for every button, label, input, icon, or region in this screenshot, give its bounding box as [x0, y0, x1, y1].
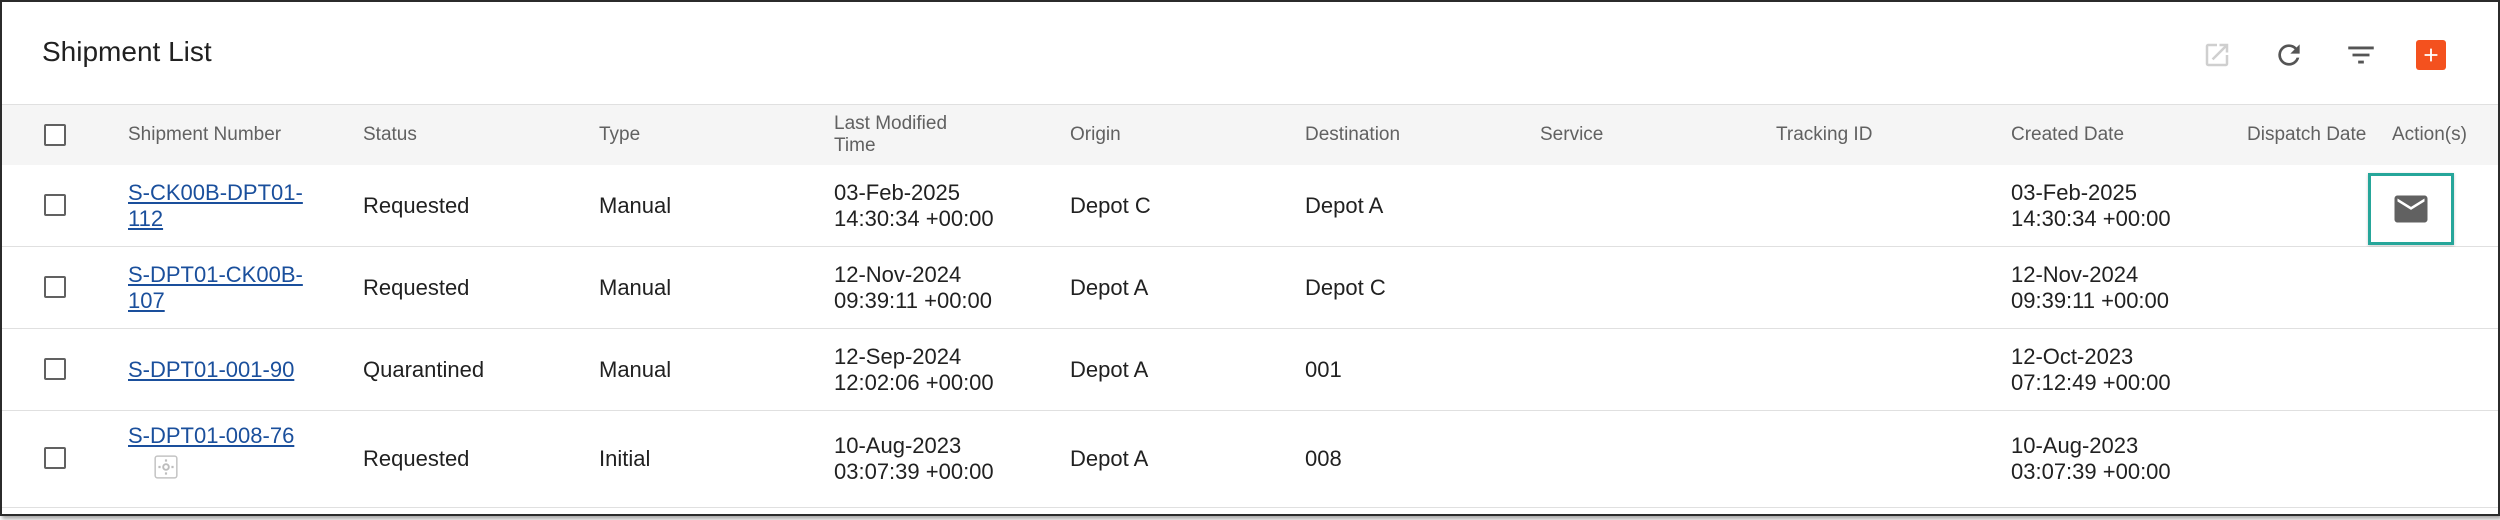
origin-cell: Depot C	[1070, 192, 1151, 218]
table-row[interactable]: S-DPT01-008-76 Requested Initial 10-Aug-…	[2, 411, 2498, 508]
type-cell: Initial	[599, 446, 651, 471]
shipment-number-link[interactable]: S-DPT01-CK00B- 107	[128, 247, 303, 328]
table-header: Shipment Number Status Type Last Modifie…	[2, 104, 2498, 166]
shipment-number-link[interactable]: S-DPT01-008-76	[128, 423, 294, 449]
row-checkbox[interactable]	[44, 447, 66, 469]
refresh-button[interactable]	[2270, 36, 2308, 74]
col-created-date[interactable]: Created Date	[2011, 105, 2124, 165]
status-cell: Quarantined	[363, 356, 485, 382]
add-shipment-button[interactable]	[2416, 40, 2446, 70]
col-origin[interactable]: Origin	[1070, 105, 1121, 165]
destination-cell: 001	[1305, 356, 1342, 382]
origin-cell: Depot A	[1070, 274, 1149, 300]
col-type[interactable]: Type	[599, 105, 640, 165]
row-checkbox[interactable]	[44, 358, 66, 380]
last-modified-cell: 03-Feb-2025 14:30:34 +00:00	[834, 179, 994, 231]
destination-cell: 008	[1305, 446, 1342, 471]
created-date-cell: 12-Oct-2023 07:12:49 +00:00	[2011, 343, 2171, 395]
page-title: Shipment List	[42, 36, 212, 67]
col-tracking-id[interactable]: Tracking ID	[1776, 105, 1872, 165]
created-date-cell: 10-Aug-2023 03:07:39 +00:00	[2011, 433, 2171, 484]
send-email-button[interactable]	[2368, 173, 2454, 245]
type-cell: Manual	[599, 356, 672, 382]
last-modified-cell: 12-Sep-2024 12:02:06 +00:00	[834, 343, 994, 395]
col-destination[interactable]: Destination	[1305, 105, 1400, 165]
table-row[interactable]: S-CK00B-DPT01- 112 Requested Manual 03-F…	[2, 165, 2498, 247]
last-modified-cell: 10-Aug-2023 03:07:39 +00:00	[834, 433, 994, 484]
destination-cell: Depot C	[1305, 274, 1386, 300]
settings-badge-icon	[152, 453, 180, 481]
destination-cell: Depot A	[1305, 192, 1384, 218]
refresh-icon	[2278, 44, 2300, 66]
col-service[interactable]: Service	[1540, 105, 1603, 165]
filter-icon	[2348, 46, 2374, 64]
open-in-new-icon	[2205, 43, 2229, 67]
col-shipment-number[interactable]: Shipment Number	[128, 105, 281, 165]
shipment-number-cell: S-DPT01-008-76	[128, 411, 294, 507]
shipment-number-link[interactable]: S-DPT01-001-90	[128, 329, 294, 410]
open-in-new-button[interactable]	[2198, 36, 2236, 74]
col-status[interactable]: Status	[363, 105, 417, 165]
status-cell: Requested	[363, 274, 470, 300]
col-last-modified-time[interactable]: Last Modified Time	[834, 105, 947, 165]
table-row[interactable]: S-DPT01-CK00B- 107 Requested Manual 12-N…	[2, 247, 2498, 329]
select-all-checkbox[interactable]	[44, 124, 66, 146]
add-icon	[2424, 48, 2438, 62]
row-checkbox[interactable]	[44, 276, 66, 298]
status-cell: Requested	[363, 446, 470, 471]
type-cell: Manual	[599, 192, 672, 218]
shipment-list-panel: Shipment List Shipment Number Status Typ…	[0, 0, 2500, 516]
filter-button[interactable]	[2342, 36, 2380, 74]
last-modified-cell: 12-Nov-2024 09:39:11 +00:00	[834, 261, 993, 313]
toolbar: Shipment List	[2, 2, 2498, 104]
table-row[interactable]: S-DPT01-001-90 Quarantined Manual 12-Sep…	[2, 329, 2498, 411]
origin-cell: Depot A	[1070, 446, 1149, 471]
created-date-cell: 12-Nov-2024 09:39:11 +00:00	[2011, 261, 2170, 313]
created-date-cell: 03-Feb-2025 14:30:34 +00:00	[2011, 179, 2171, 231]
col-dispatch-date[interactable]: Dispatch Date	[2247, 105, 2366, 165]
status-cell: Requested	[363, 192, 470, 218]
row-checkbox[interactable]	[44, 194, 66, 216]
mail-icon	[2394, 195, 2428, 223]
origin-cell: Depot A	[1070, 356, 1149, 382]
col-actions: Action(s)	[2392, 124, 2467, 145]
type-cell: Manual	[599, 274, 672, 300]
shipment-number-link[interactable]: S-CK00B-DPT01- 112	[128, 165, 303, 246]
